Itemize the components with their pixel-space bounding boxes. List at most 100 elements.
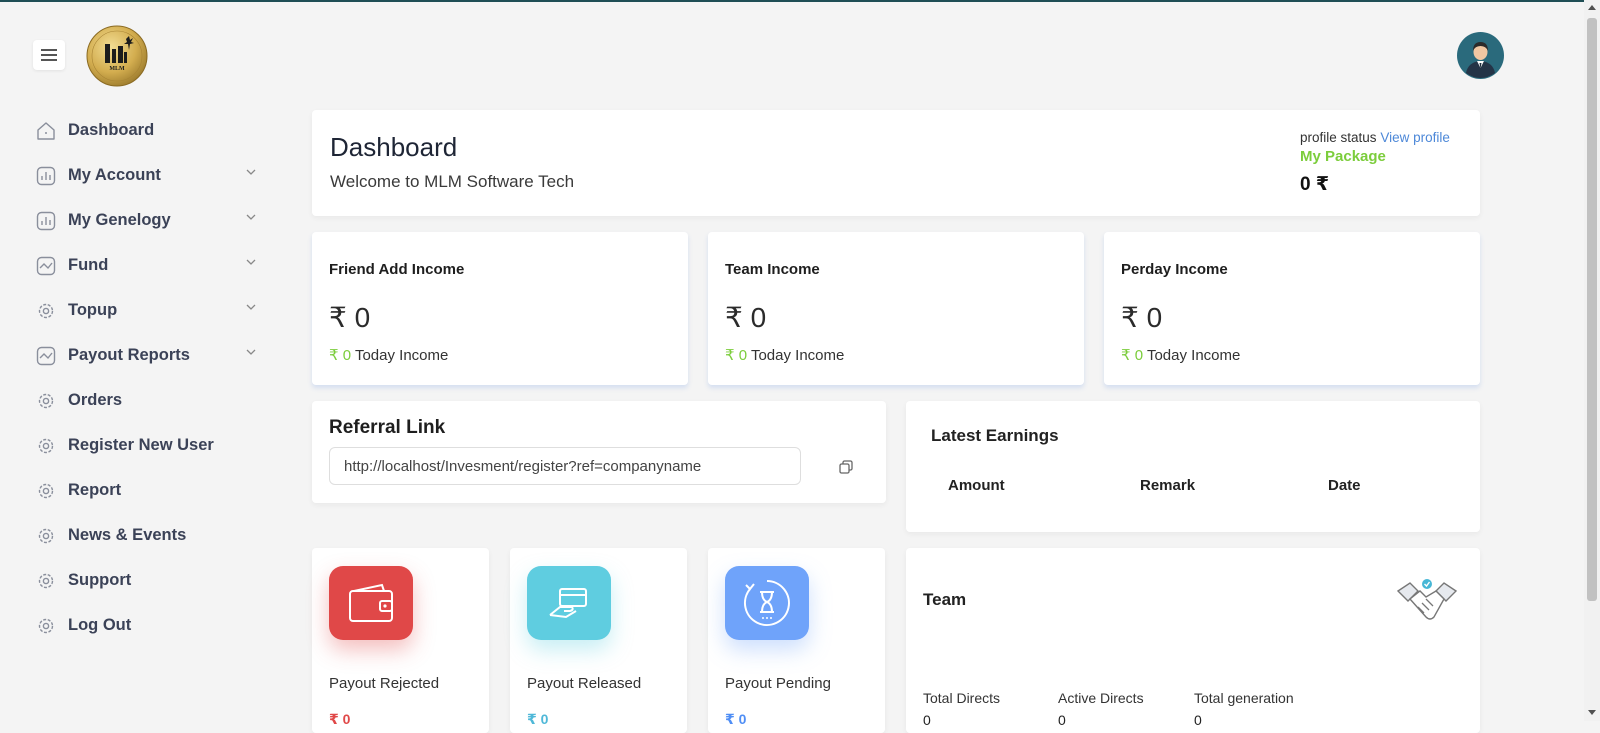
home-icon <box>35 120 57 142</box>
sidebar-item-label: Payout Reports <box>68 346 190 364</box>
sidebar-item-label: Fund <box>68 256 109 274</box>
sidebar-item-register-new-user[interactable]: Register New User <box>35 423 265 468</box>
gear-icon <box>35 570 57 592</box>
referral-title: Referral Link <box>329 417 446 438</box>
stat-value-total-generation: 0 <box>1194 712 1202 728</box>
income-title: Perday Income <box>1121 261 1228 278</box>
sidebar-item-payout-reports[interactable]: Payout Reports <box>35 333 265 378</box>
scrollbar-thumb[interactable] <box>1587 18 1597 601</box>
income-value: ₹ 0 <box>329 302 371 333</box>
sidebar-item-label: Report <box>68 481 122 499</box>
menu-toggle-button[interactable] <box>33 40 65 70</box>
sidebar-item-fund[interactable]: Fund <box>35 243 265 288</box>
top-accent-line <box>0 0 1600 2</box>
income-value: ₹ 0 <box>725 302 767 333</box>
scroll-down-arrow-icon[interactable] <box>1588 710 1596 715</box>
sidebar-item-dashboard[interactable]: Dashboard <box>35 108 265 153</box>
sidebar-item-my-account[interactable]: My Account <box>35 153 265 198</box>
today-income: ₹ 0 Today Income <box>725 346 844 364</box>
sidebar-item-report[interactable]: Report <box>35 468 265 513</box>
chevron-down-icon <box>246 214 256 220</box>
view-profile-link[interactable]: View profile <box>1380 130 1450 145</box>
sidebar-item-label: Log Out <box>68 616 132 634</box>
chevron-down-icon <box>246 259 256 265</box>
logo-text: MLM <box>109 66 125 72</box>
payout-card-released: Payout Released ₹ 0 <box>510 548 687 733</box>
gear-icon <box>35 435 57 457</box>
bar-chart-icon <box>35 165 57 187</box>
sidebar-item-my-genelogy[interactable]: My Genelogy <box>35 198 265 243</box>
user-avatar[interactable] <box>1457 32 1504 79</box>
bar-chart-icon <box>35 210 57 232</box>
profile-status-label: profile status <box>1300 130 1377 145</box>
today-income-label: Today Income <box>1146 347 1241 364</box>
income-card-perday: Perday Income ₹ 0 ₹ 0 Today Income <box>1104 232 1480 385</box>
wallet-icon <box>329 566 413 640</box>
gear-icon <box>35 480 57 502</box>
payout-value: ₹ 0 <box>527 711 549 727</box>
column-header-remark: Remark <box>1140 477 1196 494</box>
sidebar-item-label: Orders <box>68 391 123 409</box>
sidebar-item-label: Support <box>68 571 132 589</box>
sidebar-item-label: My Account <box>68 166 161 184</box>
column-header-amount: Amount <box>948 477 1005 494</box>
sidebar-item-label: News & Events <box>68 526 187 544</box>
today-income-label: Today Income <box>354 347 449 364</box>
gear-icon <box>35 525 57 547</box>
sidebar-nav: Dashboard My Account My Genelogy Fund To… <box>35 108 265 648</box>
payout-card-rejected: Payout Rejected ₹ 0 <box>312 548 489 733</box>
latest-earnings-title: Latest Earnings <box>931 426 1059 445</box>
income-value: ₹ 0 <box>1121 302 1163 333</box>
sidebar-item-log-out[interactable]: Log Out <box>35 603 265 648</box>
today-income: ₹ 0 Today Income <box>1121 346 1240 364</box>
hourglass-icon <box>725 566 809 640</box>
gear-icon <box>35 390 57 412</box>
gear-icon <box>35 300 57 322</box>
hamburger-icon <box>41 49 57 61</box>
payout-value: ₹ 0 <box>329 711 351 727</box>
sidebar-item-topup[interactable]: Topup <box>35 288 265 333</box>
line-chart-icon <box>35 345 57 367</box>
payout-label: Payout Rejected <box>329 675 440 692</box>
stat-value-total-directs: 0 <box>923 712 931 728</box>
team-title: Team <box>923 590 967 609</box>
welcome-text: Welcome to MLM Software Tech <box>330 172 575 191</box>
stat-label-total-directs: Total Directs <box>923 690 1001 706</box>
line-chart-icon <box>35 255 57 277</box>
sidebar-item-label: Dashboard <box>68 121 155 139</box>
payout-label: Payout Released <box>527 675 642 692</box>
handshake-icon <box>1396 579 1458 620</box>
sidebar-item-label: Topup <box>68 301 118 319</box>
referral-link-input[interactable] <box>329 447 801 485</box>
sidebar-item-news-events[interactable]: News & Events <box>35 513 265 558</box>
sidebar-item-support[interactable]: Support <box>35 558 265 603</box>
income-title: Friend Add Income <box>329 261 465 278</box>
page-scrollbar[interactable] <box>1584 0 1600 721</box>
income-card-friend-add: Friend Add Income ₹ 0 ₹ 0 Today Income <box>312 232 688 385</box>
package-value: 0 ₹ <box>1300 174 1330 195</box>
team-card: Team Total Directs Active Directs Total … <box>906 548 1480 733</box>
payout-card-pending: Payout Pending ₹ 0 <box>708 548 885 733</box>
chevron-down-icon <box>246 304 256 310</box>
referral-card: Referral Link <box>312 401 886 503</box>
stat-value-active-directs: 0 <box>1058 712 1066 728</box>
brand-logo[interactable]: MLM <box>86 25 148 87</box>
today-income-value: ₹ 0 <box>1121 347 1144 364</box>
copy-icon[interactable] <box>838 459 854 475</box>
column-header-date: Date <box>1328 477 1361 494</box>
scroll-up-arrow-icon[interactable] <box>1588 5 1596 10</box>
profile-status: profile status View profile <box>1300 130 1450 145</box>
latest-earnings-card: Latest Earnings Amount Remark Date <box>906 401 1480 532</box>
sidebar-item-label: My Genelogy <box>68 211 171 229</box>
today-income-label: Today Income <box>750 347 845 364</box>
today-income-value: ₹ 0 <box>329 347 352 364</box>
sidebar-item-orders[interactable]: Orders <box>35 378 265 423</box>
today-income-value: ₹ 0 <box>725 347 748 364</box>
sidebar-item-label: Register New User <box>68 436 214 454</box>
today-income: ₹ 0 Today Income <box>329 346 448 364</box>
payout-label: Payout Pending <box>725 675 831 692</box>
page-title: Dashboard <box>330 132 458 162</box>
stat-label-active-directs: Active Directs <box>1058 690 1144 706</box>
dashboard-header-card: Dashboard Welcome to MLM Software Tech p… <box>312 110 1480 216</box>
chevron-down-icon <box>246 349 256 355</box>
